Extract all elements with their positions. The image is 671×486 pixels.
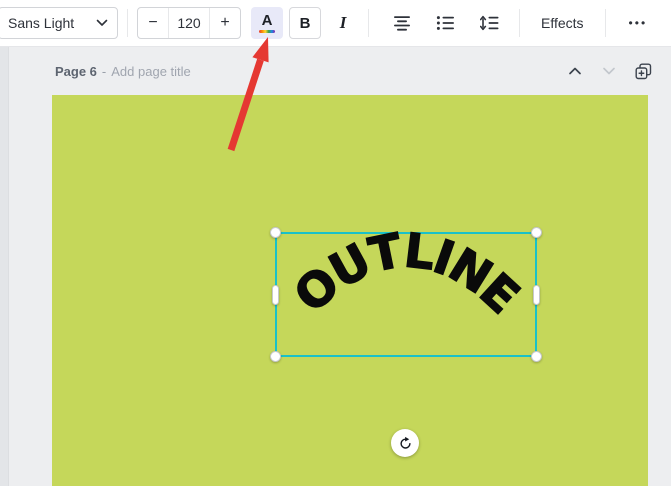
bullet-list-button[interactable] [426,7,466,39]
font-size-control: − 120 + [137,7,241,39]
rotate-icon [399,436,411,449]
workspace: Page 6 - Add page title OUTLINE [0,47,671,486]
resize-handle-sw[interactable] [270,351,281,362]
page-header: Page 6 - Add page title [8,47,671,95]
toolbar-divider [519,9,520,37]
text-color-button[interactable]: A [251,7,283,39]
text-color-letter: A [261,12,273,29]
page-title-row: Page 6 - Add page title [55,64,191,79]
align-center-icon [394,16,410,31]
font-size-increase-button[interactable]: + [210,8,240,38]
font-size-decrease-button[interactable]: − [138,8,168,38]
font-size-value[interactable]: 120 [168,8,210,38]
page-number-label: Page 6 [55,63,97,79]
line-spacing-icon [480,15,499,31]
resize-handle-ne[interactable] [531,227,542,238]
rotate-handle[interactable] [391,429,419,457]
chevron-down-icon [603,67,615,75]
effects-button[interactable]: Effects [529,7,596,39]
resize-handle-se[interactable] [531,351,542,362]
text-toolbar: Sans Light − 120 + A B I Effects ••• [0,0,671,47]
chevron-up-icon [569,67,581,75]
chevron-down-icon [96,19,108,26]
left-panel-edge [0,47,9,486]
toolbar-divider [368,9,369,37]
resize-handle-east[interactable] [533,284,540,305]
duplicate-page-icon [635,63,651,79]
page-title-separator: - [101,63,107,79]
curved-text-element[interactable]: OUTLINE [275,223,537,361]
design-editor-window: Sans Light − 120 + A B I Effects ••• Pag… [0,0,671,486]
bullet-list-icon [436,16,454,30]
toolbar-divider [127,9,128,37]
move-page-up-button[interactable] [565,61,585,81]
page-actions [565,61,653,81]
text-color-rainbow-bar [259,30,275,33]
font-family-selector[interactable]: Sans Light [0,7,118,39]
bold-button[interactable]: B [289,7,321,39]
text-align-button[interactable] [382,7,422,39]
toolbar-divider [604,9,606,37]
duplicate-page-button[interactable] [633,61,653,81]
resize-handle-west[interactable] [272,284,279,305]
font-family-value: Sans Light [8,15,75,31]
line-spacing-button[interactable] [470,7,510,39]
curved-text[interactable]: OUTLINE [284,223,531,325]
move-page-down-button[interactable] [599,61,619,81]
resize-handle-nw[interactable] [270,227,281,238]
selection-box: OUTLINE [270,223,542,362]
svg-text:OUTLINE: OUTLINE [284,223,528,323]
design-canvas[interactable]: OUTLINE [52,95,648,486]
more-options-button[interactable]: ••• [617,7,660,39]
italic-button[interactable]: I [327,7,359,39]
page-title-input[interactable]: Add page title [111,64,191,79]
